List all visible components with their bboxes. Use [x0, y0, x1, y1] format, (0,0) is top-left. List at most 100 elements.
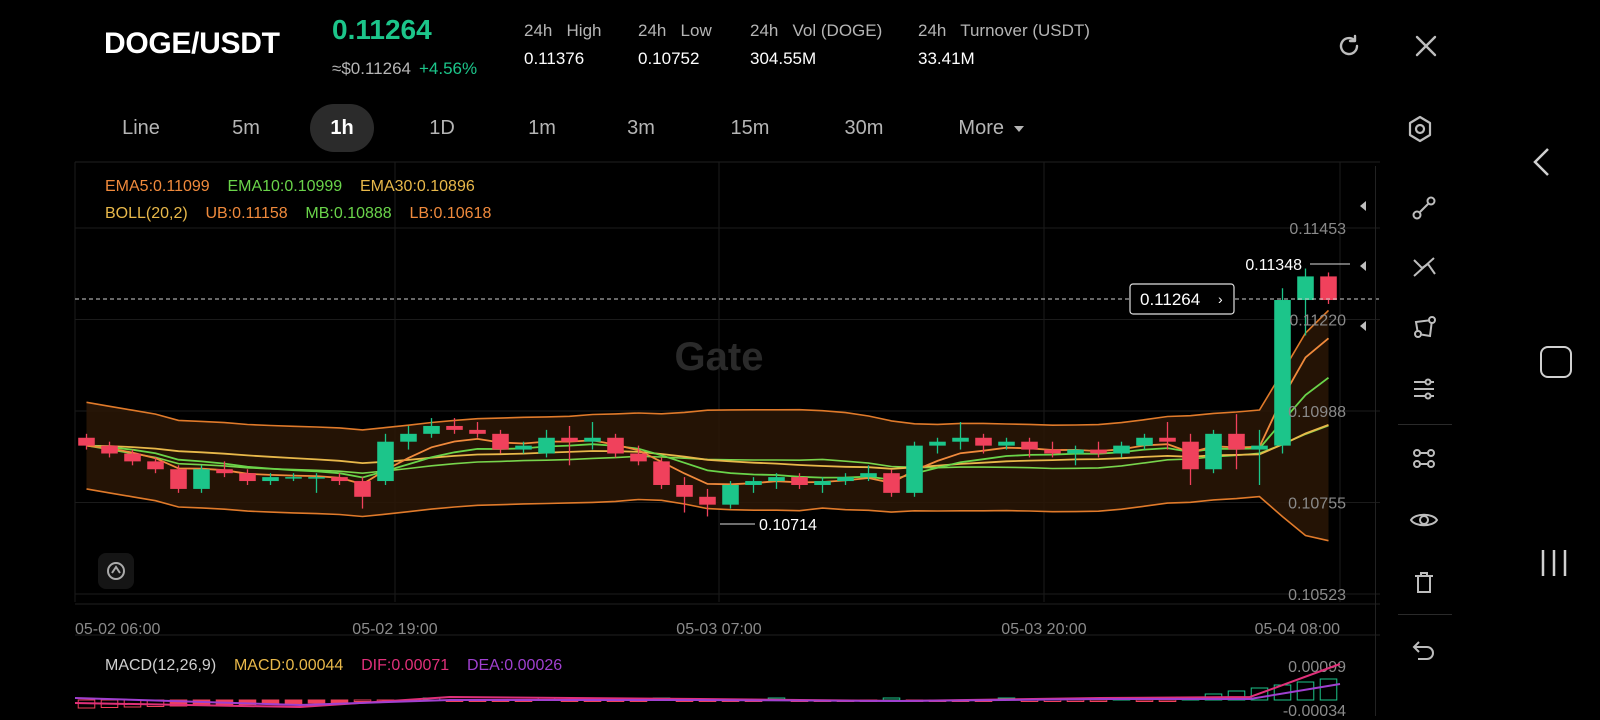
- stat-label: 24h Low: [638, 21, 712, 40]
- toolbar-divider: [1375, 166, 1376, 716]
- eye-icon: [1409, 513, 1439, 527]
- sliders-icon: [1414, 378, 1434, 400]
- candle-body: [883, 473, 900, 493]
- delete-tool[interactable]: [1404, 562, 1444, 602]
- chart-mode-button[interactable]: [98, 553, 134, 589]
- link-tool[interactable]: [1404, 438, 1444, 478]
- tab-1d[interactable]: 1D: [406, 112, 478, 144]
- candle-body: [584, 437, 601, 442]
- ray-tool[interactable]: [1404, 248, 1444, 288]
- candle-body: [446, 425, 463, 430]
- change-percent: +4.56%: [418, 59, 478, 78]
- price-tick: 0.11220: [1289, 313, 1346, 330]
- stat-label: 24h Turnover (USDT): [918, 21, 1090, 40]
- usd-price: ≈$0.11264: [332, 59, 411, 78]
- candle-body: [1136, 437, 1153, 446]
- trendline-tool[interactable]: [1404, 188, 1444, 228]
- candle-body: [1067, 449, 1084, 454]
- price-tick: 0.10523: [1288, 587, 1346, 604]
- tab-30m[interactable]: 30m: [826, 112, 902, 144]
- candle-body: [1251, 445, 1268, 450]
- watermark: Gate: [675, 335, 764, 379]
- candle-body: [515, 445, 532, 450]
- macd-chart: 0.00099 -0.00034: [74, 659, 1346, 720]
- candle-body: [1113, 445, 1130, 454]
- ray-icon: [1413, 257, 1436, 277]
- candle-body: [538, 437, 555, 454]
- shape-tool[interactable]: [1404, 308, 1444, 348]
- pair-title[interactable]: DOGE/USDT: [104, 27, 280, 61]
- candle-body: [791, 477, 808, 485]
- candle-body: [262, 477, 279, 482]
- refresh-button[interactable]: [1335, 32, 1363, 60]
- toolbar-separator: [1398, 424, 1452, 425]
- candle-body: [101, 445, 118, 454]
- tab-3m[interactable]: 3m: [605, 112, 677, 144]
- candle-body: [722, 484, 739, 505]
- parallel-tool[interactable]: [1404, 368, 1444, 408]
- link-icon: [1413, 449, 1435, 468]
- low-marker: 0.10714: [759, 517, 817, 534]
- expand-arrow-icon[interactable]: [1360, 321, 1366, 331]
- candle-body: [78, 437, 95, 446]
- macd-bar: [330, 699, 349, 703]
- close-button[interactable]: [1412, 32, 1440, 60]
- tab-line[interactable]: Line: [105, 112, 177, 144]
- candle-body: [193, 469, 210, 489]
- time-tick: 05-02 19:00: [352, 621, 438, 638]
- candle-body: [124, 453, 141, 462]
- nav-recents-button[interactable]: [1538, 548, 1570, 583]
- candle-body: [653, 461, 670, 485]
- macd-bar: [882, 697, 901, 701]
- expand-arrow-icon[interactable]: [1360, 261, 1366, 271]
- trash-icon: [1415, 572, 1433, 593]
- mb-label: MB:0.10888: [305, 205, 392, 222]
- visibility-tool[interactable]: [1404, 500, 1444, 540]
- candle-body: [768, 477, 785, 482]
- tab-more[interactable]: More: [946, 112, 1036, 144]
- nav-back-button[interactable]: [1530, 146, 1554, 183]
- candle-body: [170, 469, 187, 489]
- candle-body: [377, 441, 394, 482]
- usd-price-line: ≈$0.11264 +4.56%: [332, 59, 477, 79]
- candle-body: [147, 461, 164, 470]
- current-price-text: 0.11264: [1140, 290, 1200, 309]
- tab-1m[interactable]: 1m: [506, 112, 578, 144]
- candle-body: [561, 437, 578, 442]
- stat-value: 0.10752: [638, 49, 700, 68]
- candle-body: [837, 477, 854, 482]
- candle-body: [1320, 276, 1337, 301]
- time-tick: 05-03 20:00: [1001, 621, 1087, 638]
- candlestick-chart[interactable]: Gate 0.11453 0.11220 0.10988 0.10755 0.10523…: [0, 160, 1380, 640]
- undo-tool[interactable]: [1404, 630, 1444, 670]
- settings-icon: [1408, 115, 1432, 143]
- candle-body: [952, 437, 969, 442]
- stat-value: 33.41M: [918, 49, 975, 68]
- nav-home-button[interactable]: [1540, 346, 1572, 378]
- macd-bar: [1158, 699, 1177, 702]
- stat-label: 24h Vol (DOGE): [750, 21, 883, 40]
- price-axis: 0.11453 0.11220 0.10988 0.10755 0.10523: [1288, 221, 1346, 604]
- chart-grid: [74, 161, 1380, 636]
- tab-more-label: More: [958, 117, 1004, 139]
- candle-body: [1182, 441, 1199, 470]
- boll-label: BOLL(20,2): [105, 205, 188, 222]
- current-price-label[interactable]: 0.11264 ›: [1129, 283, 1235, 315]
- ema-legend: EMA5:0.11099 EMA10:0.10999 EMA30:0.10896: [105, 178, 475, 196]
- tab-15m[interactable]: 15m: [714, 112, 786, 144]
- candle-body: [1205, 433, 1222, 470]
- price-tick: 0.11453: [1289, 221, 1346, 238]
- tab-5m[interactable]: 5m: [210, 112, 282, 144]
- stat-volume: 24h Vol (DOGE) 304.55M: [750, 21, 882, 69]
- chart-settings-button[interactable]: [1405, 114, 1435, 144]
- price-tick: 0.10988: [1288, 404, 1346, 421]
- tab-1h[interactable]: 1h: [310, 104, 374, 152]
- high-marker: 0.11348: [1245, 257, 1302, 274]
- candle-body: [216, 469, 233, 474]
- time-tick: 05-04 08:00: [1255, 621, 1341, 638]
- boll-legend: BOLL(20,2) UB:0.11158 MB:0.10888 LB:0.10…: [105, 205, 491, 223]
- stat-turnover: 24h Turnover (USDT) 33.41M: [918, 21, 1090, 69]
- macd-bar: [1089, 699, 1108, 702]
- expand-arrow-icon[interactable]: [1360, 201, 1366, 211]
- candle-body: [998, 441, 1015, 446]
